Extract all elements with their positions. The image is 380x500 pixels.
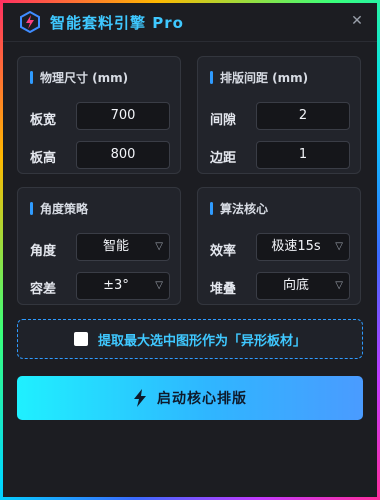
chevron-down-icon: ▽ (155, 280, 163, 291)
panel-title: 物理尺寸 (mm) (40, 70, 129, 85)
rainbow-border: 智能套料引擎 Pro ✕ 物理尺寸 (mm) 板宽 700 板高 800 排版间… (0, 0, 380, 500)
irregular-board-label: 提取最大选中图形作为「异形板材」 (97, 333, 306, 349)
panel-header: 物理尺寸 (mm) (30, 69, 128, 85)
label-gap: 间隙 (210, 113, 237, 128)
stacking-select[interactable]: 向底 ▽ (256, 272, 350, 300)
titlebar: 智能套料引擎 Pro ✕ (3, 3, 377, 42)
panel-title: 算法核心 (220, 201, 269, 216)
label-board-width: 板宽 (30, 113, 57, 128)
start-nesting-label: 启动核心排版 (157, 391, 247, 407)
board-height-input[interactable]: 800 (76, 141, 170, 169)
accent-bar (30, 201, 33, 215)
gap-input[interactable]: 2 (256, 102, 350, 130)
panel-title: 角度策略 (40, 201, 89, 216)
panel-title: 排版间距 (mm) (220, 70, 309, 85)
efficiency-select[interactable]: 极速15s ▽ (256, 233, 350, 261)
efficiency-select-value: 极速15s (271, 239, 321, 254)
panel-layout-spacing: 排版间距 (mm) 间隙 2 边距 1 (197, 56, 361, 174)
label-stacking: 堆叠 (210, 282, 237, 297)
angle-select[interactable]: 智能 ▽ (76, 233, 170, 261)
chevron-down-icon: ▽ (335, 280, 343, 291)
panel-physical-size: 物理尺寸 (mm) 板宽 700 板高 800 (17, 56, 181, 174)
close-icon[interactable]: ✕ (347, 11, 367, 31)
chevron-down-icon: ▽ (335, 241, 343, 252)
panel-header: 角度策略 (30, 200, 88, 216)
board-width-input[interactable]: 700 (76, 102, 170, 130)
panel-header: 排版间距 (mm) (210, 69, 308, 85)
tolerance-select-value: ±3° (103, 278, 129, 293)
label-efficiency: 效率 (210, 244, 237, 259)
angle-select-value: 智能 (102, 239, 129, 254)
start-nesting-button[interactable]: 启动核心排版 (17, 376, 363, 420)
panel-header: 算法核心 (210, 200, 268, 216)
label-board-height: 板高 (30, 151, 57, 166)
app-title: 智能套料引擎 Pro (50, 14, 184, 32)
lightning-icon (134, 389, 146, 407)
panel-algorithm-core: 算法核心 效率 极速15s ▽ 堆叠 向底 ▽ (197, 187, 361, 305)
tolerance-select[interactable]: ±3° ▽ (76, 272, 170, 300)
irregular-board-checkbox[interactable] (73, 332, 88, 346)
label-angle: 角度 (30, 244, 57, 259)
stacking-select-value: 向底 (282, 278, 309, 293)
label-tolerance: 容差 (30, 282, 57, 297)
accent-bar (30, 70, 33, 84)
label-margin: 边距 (210, 151, 237, 166)
panel-angle-strategy: 角度策略 角度 智能 ▽ 容差 ±3° ▽ (17, 187, 181, 305)
accent-bar (210, 70, 213, 84)
chevron-down-icon: ▽ (155, 241, 163, 252)
app-window: 智能套料引擎 Pro ✕ 物理尺寸 (mm) 板宽 700 板高 800 排版间… (3, 3, 377, 497)
irregular-board-option[interactable]: 提取最大选中图形作为「异形板材」 (17, 319, 363, 359)
accent-bar (210, 201, 213, 215)
margin-input[interactable]: 1 (256, 141, 350, 169)
lightning-logo-icon (20, 11, 40, 33)
